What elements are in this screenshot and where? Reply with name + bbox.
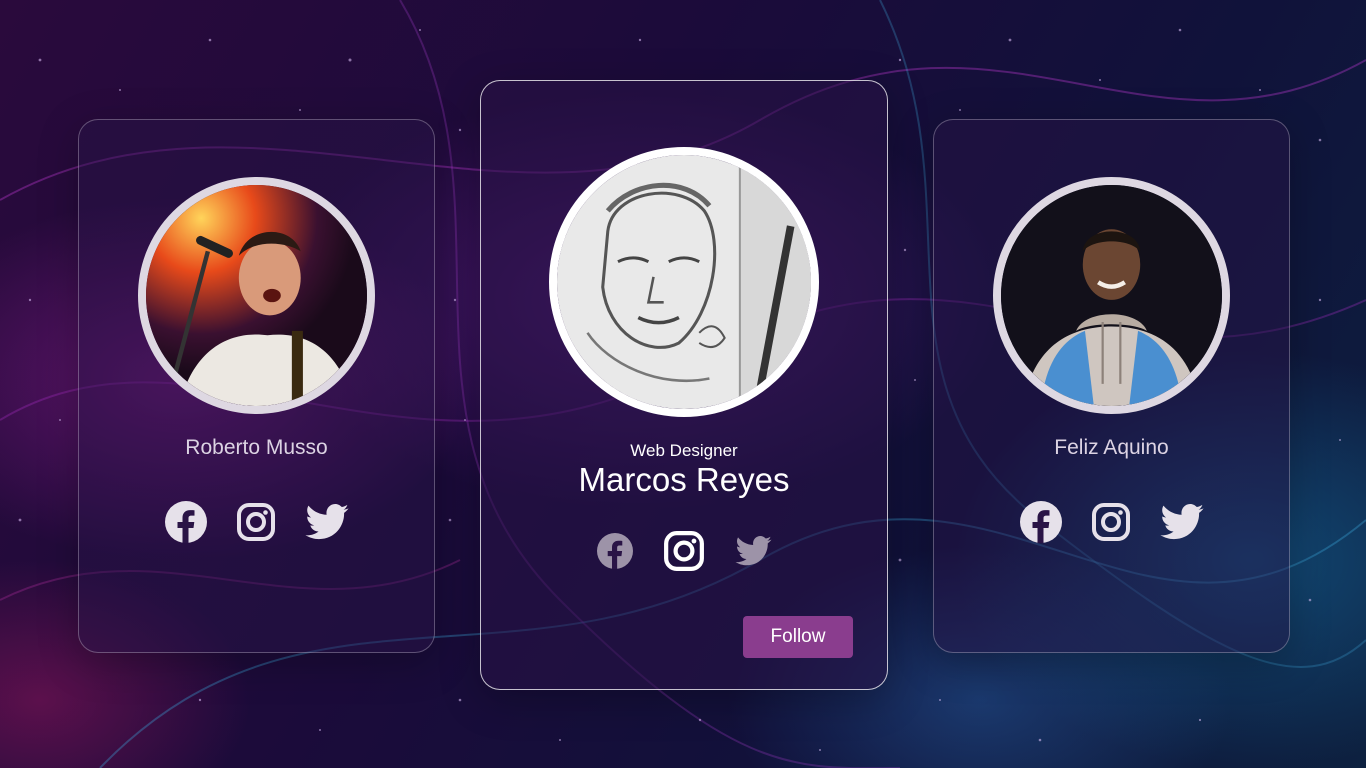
- twitter-icon[interactable]: [735, 536, 772, 566]
- instagram-icon[interactable]: [1091, 502, 1131, 542]
- twitter-icon[interactable]: [304, 504, 349, 540]
- facebook-icon[interactable]: [164, 501, 207, 543]
- facebook-icon[interactable]: [596, 533, 633, 569]
- instagram-icon[interactable]: [236, 502, 276, 542]
- avatar-photo-pencil-sketch: [557, 155, 811, 409]
- social-links: [79, 501, 434, 543]
- instagram-icon[interactable]: [663, 530, 705, 572]
- social-links: [481, 530, 887, 572]
- profile-card-marcos: Web Designer Marcos Reyes Follow: [480, 80, 888, 690]
- profile-card-roberto: Roberto Musso: [78, 119, 435, 653]
- avatar: [138, 177, 375, 414]
- profile-name: Feliz Aquino: [1054, 436, 1169, 459]
- profile-card-feliz: Feliz Aquino: [933, 119, 1290, 653]
- avatar: [549, 147, 819, 417]
- avatar-photo-young-man: [1001, 185, 1222, 406]
- facebook-icon[interactable]: [1019, 501, 1062, 543]
- profile-name: Roberto Musso: [185, 436, 328, 459]
- avatar-photo-singer: [146, 185, 367, 406]
- profile-role: Web Designer: [630, 441, 738, 460]
- profile-name: Marcos Reyes: [578, 461, 790, 498]
- social-links: [934, 501, 1289, 543]
- follow-button[interactable]: Follow: [743, 616, 853, 658]
- avatar: [993, 177, 1230, 414]
- twitter-icon[interactable]: [1159, 504, 1204, 540]
